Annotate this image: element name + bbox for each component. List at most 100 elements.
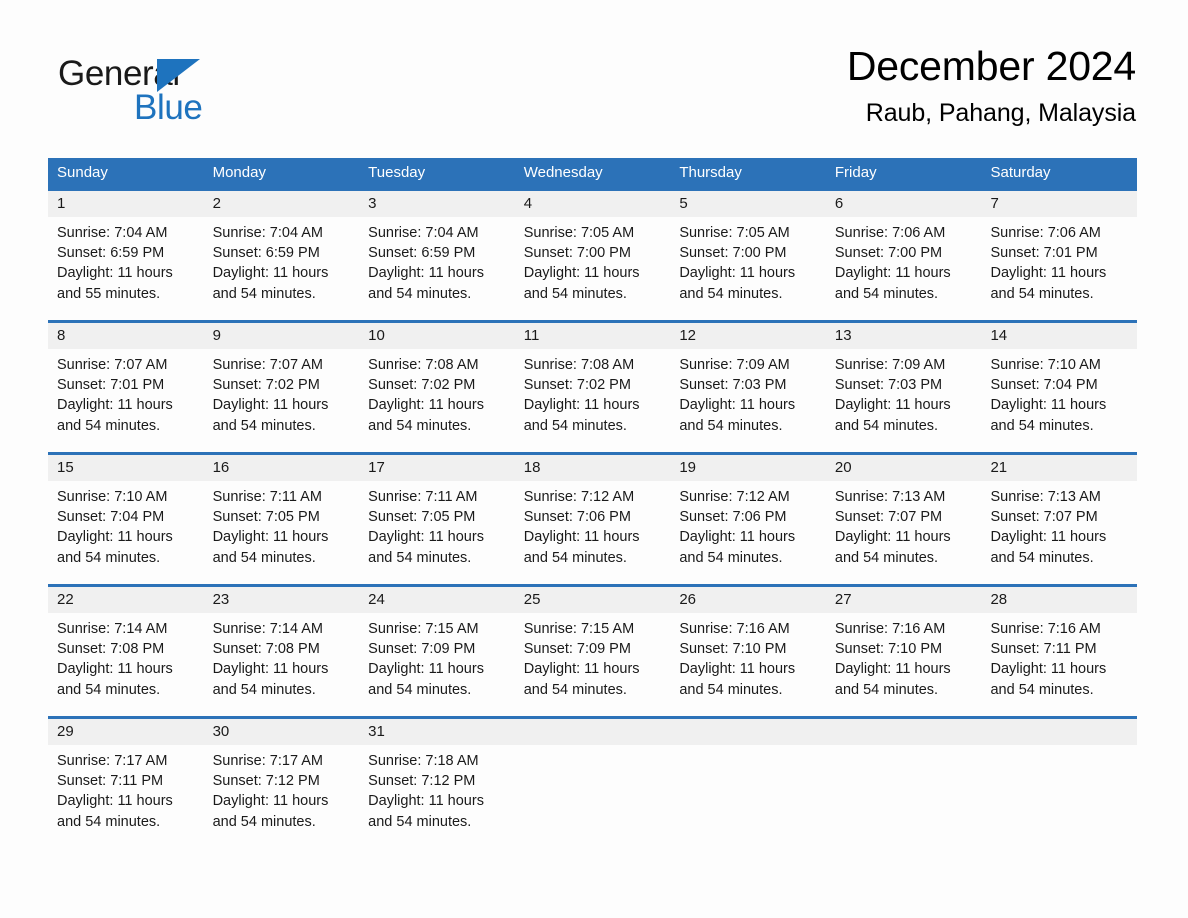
daylight-text-line1: Daylight: 11 hours bbox=[368, 265, 484, 282]
sunrise-text: Sunrise: 7:14 AM bbox=[57, 621, 168, 637]
day-cell[interactable]: 28 Sunrise: 7:16 AM Sunset: 7:11 PM Dayligh… bbox=[981, 587, 1138, 716]
day-cell[interactable]: 15 Sunrise: 7:10 AM Sunset: 7:04 PM Dayligh… bbox=[48, 455, 204, 584]
sunset-text: Sunset: 6:59 PM bbox=[57, 245, 165, 262]
day-details: Sunrise: 7:12 AM Sunset: 7:06 PM Daylight:… bbox=[515, 481, 671, 568]
daylight-text-line2: and 54 minutes. bbox=[57, 549, 161, 566]
day-cell[interactable]: 1 Sunrise: 7:04 AM Sunset: 6:59 PM Daylight… bbox=[48, 191, 204, 320]
day-number: 27 bbox=[834, 591, 852, 608]
daylight-text-line1: Daylight: 11 hours bbox=[679, 265, 796, 282]
day-cell[interactable]: 24 Sunrise: 7:15 AM Sunset: 7:09 PM Dayligh… bbox=[359, 587, 515, 716]
daylight-text-line1: Daylight: 11 hours bbox=[368, 529, 484, 546]
day-number-strip: 11 bbox=[514, 323, 671, 349]
daylight-text-line2: and 54 minutes. bbox=[212, 285, 316, 302]
day-cell[interactable]: 27 Sunrise: 7:16 AM Sunset: 7:10 PM Dayligh… bbox=[825, 587, 982, 716]
sunrise-text: Sunrise: 7:05 AM bbox=[523, 225, 635, 241]
day-number: 31 bbox=[368, 723, 385, 740]
daylight-text-line2: and 54 minutes. bbox=[990, 681, 1094, 698]
day-number: 17 bbox=[368, 459, 385, 476]
daylight-text-line1: Daylight: 11 hours bbox=[523, 661, 640, 678]
day-cell[interactable]: 6 Sunrise: 7:06 AM Sunset: 7:00 PM Daylight… bbox=[825, 191, 982, 320]
day-cell[interactable]: 22 Sunrise: 7:14 AM Sunset: 7:08 PM Dayligh… bbox=[48, 587, 204, 716]
sunset-text: Sunset: 7:06 PM bbox=[679, 509, 787, 526]
day-cell[interactable]: 12 Sunrise: 7:09 AM Sunset: 7:03 PM Dayligh… bbox=[670, 323, 826, 452]
sunrise-text: Sunrise: 7:07 AM bbox=[212, 357, 323, 373]
day-cell[interactable]: 16 Sunrise: 7:11 AM Sunset: 7:05 PM Dayligh… bbox=[203, 455, 360, 584]
daylight-text-line2: and 54 minutes. bbox=[990, 417, 1094, 434]
day-details: Sunrise: 7:05 AM Sunset: 7:00 PM Daylight:… bbox=[515, 217, 671, 304]
day-number-strip: 7 bbox=[981, 191, 1138, 217]
day-cell[interactable]: 20 Sunrise: 7:13 AM Sunset: 7:07 PM Dayligh… bbox=[825, 455, 982, 584]
sunset-text: Sunset: 7:01 PM bbox=[990, 245, 1098, 262]
day-number-strip bbox=[514, 719, 671, 745]
day-details: Sunrise: 7:16 AM Sunset: 7:11 PM Daylight:… bbox=[981, 613, 1137, 700]
day-cell[interactable]: 29 Sunrise: 7:17 AM Sunset: 7:11 PM Dayligh… bbox=[48, 719, 204, 836]
day-cell[interactable]: 26 Sunrise: 7:16 AM Sunset: 7:10 PM Dayligh… bbox=[670, 587, 826, 716]
day-cell[interactable]: 9 Sunrise: 7:07 AM Sunset: 7:02 PM Daylight… bbox=[203, 323, 360, 452]
sunset-text: Sunset: 7:05 PM bbox=[368, 509, 476, 526]
day-details: Sunrise: 7:04 AM Sunset: 6:59 PM Daylight:… bbox=[48, 217, 204, 304]
day-number: 6 bbox=[834, 195, 844, 212]
sunset-text: Sunset: 7:10 PM bbox=[834, 641, 943, 658]
day-cell[interactable]: 25 Sunrise: 7:15 AM Sunset: 7:09 PM Dayligh… bbox=[514, 587, 671, 716]
sunset-text: Sunset: 7:11 PM bbox=[57, 773, 164, 790]
day-details: Sunrise: 7:16 AM Sunset: 7:10 PM Daylight:… bbox=[826, 613, 982, 700]
day-details: Sunrise: 7:06 AM Sunset: 7:01 PM Daylight:… bbox=[981, 217, 1137, 304]
daylight-text-line1: Daylight: 11 hours bbox=[679, 661, 796, 678]
day-cell[interactable]: 4 Sunrise: 7:05 AM Sunset: 7:00 PM Daylight… bbox=[514, 191, 671, 320]
weekday-header-tuesday: Tuesday bbox=[368, 164, 426, 181]
day-cell[interactable]: 30 Sunrise: 7:17 AM Sunset: 7:12 PM Dayligh… bbox=[203, 719, 360, 836]
day-number-strip: 29 bbox=[48, 719, 204, 745]
sunset-text: Sunset: 7:08 PM bbox=[212, 641, 320, 658]
day-cell[interactable]: 3 Sunrise: 7:04 AM Sunset: 6:59 PM Daylight… bbox=[359, 191, 515, 320]
day-cell[interactable]: 13 Sunrise: 7:09 AM Sunset: 7:03 PM Dayligh… bbox=[825, 323, 982, 452]
sunset-text: Sunset: 7:10 PM bbox=[679, 641, 787, 658]
day-number-strip: 23 bbox=[203, 587, 360, 613]
day-details: Sunrise: 7:09 AM Sunset: 7:03 PM Daylight:… bbox=[670, 349, 826, 436]
day-details: Sunrise: 7:08 AM Sunset: 7:02 PM Daylight:… bbox=[359, 349, 515, 436]
daylight-text-line1: Daylight: 11 hours bbox=[523, 265, 640, 282]
day-cell[interactable]: 11 Sunrise: 7:08 AM Sunset: 7:02 PM Dayligh… bbox=[514, 323, 671, 452]
day-number: 29 bbox=[57, 723, 74, 740]
day-cell[interactable]: 21 Sunrise: 7:13 AM Sunset: 7:07 PM Dayligh… bbox=[981, 455, 1138, 584]
day-details: Sunrise: 7:06 AM Sunset: 7:00 PM Daylight:… bbox=[826, 217, 982, 304]
day-number: 19 bbox=[679, 459, 696, 476]
day-cell[interactable]: 23 Sunrise: 7:14 AM Sunset: 7:08 PM Dayligh… bbox=[203, 587, 360, 716]
day-number: 14 bbox=[990, 327, 1008, 344]
day-cell-empty bbox=[670, 719, 826, 836]
sunset-text: Sunset: 7:12 PM bbox=[212, 773, 320, 790]
day-cell[interactable]: 17 Sunrise: 7:11 AM Sunset: 7:05 PM Dayligh… bbox=[359, 455, 515, 584]
daylight-text-line1: Daylight: 11 hours bbox=[57, 661, 173, 678]
day-details: Sunrise: 7:10 AM Sunset: 7:04 PM Daylight:… bbox=[981, 349, 1137, 436]
daylight-text-line2: and 54 minutes. bbox=[368, 549, 472, 566]
daylight-text-line1: Daylight: 11 hours bbox=[990, 397, 1107, 414]
sunrise-text: Sunrise: 7:04 AM bbox=[212, 225, 323, 241]
weekday-header-row: Sunday Monday Tuesday Wednesday Thursday Frid… bbox=[48, 158, 1137, 188]
day-cell[interactable]: 5 Sunrise: 7:05 AM Sunset: 7:00 PM Daylight… bbox=[670, 191, 826, 320]
day-number: 10 bbox=[368, 327, 385, 344]
day-details: Sunrise: 7:07 AM Sunset: 7:02 PM Daylight:… bbox=[204, 349, 360, 436]
calendar-week-row: 1 Sunrise: 7:04 AM Sunset: 6:59 PM Daylight… bbox=[48, 188, 1138, 320]
day-cell[interactable]: 31 Sunrise: 7:18 AM Sunset: 7:12 PM Dayligh… bbox=[359, 719, 515, 836]
daylight-text-line1: Daylight: 11 hours bbox=[212, 793, 329, 810]
sunrise-text: Sunrise: 7:12 AM bbox=[523, 489, 635, 505]
sunset-text: Sunset: 7:00 PM bbox=[679, 245, 787, 262]
day-cell[interactable]: 18 Sunrise: 7:12 AM Sunset: 7:06 PM Dayligh… bbox=[514, 455, 671, 584]
day-cell[interactable]: 19 Sunrise: 7:12 AM Sunset: 7:06 PM Dayligh… bbox=[670, 455, 826, 584]
generalblue-logo[interactable]: General Blue bbox=[58, 53, 318, 133]
day-number: 5 bbox=[679, 195, 688, 212]
day-number-strip: 20 bbox=[825, 455, 982, 481]
day-number-strip: 5 bbox=[670, 191, 826, 217]
day-number-strip: 30 bbox=[203, 719, 360, 745]
day-number: 13 bbox=[834, 327, 852, 344]
daylight-text-line1: Daylight: 11 hours bbox=[679, 397, 796, 414]
day-cell[interactable]: 8 Sunrise: 7:07 AM Sunset: 7:01 PM Daylight… bbox=[48, 323, 204, 452]
day-cell[interactable]: 10 Sunrise: 7:08 AM Sunset: 7:02 PM Dayligh… bbox=[359, 323, 515, 452]
day-cell[interactable]: 7 Sunrise: 7:06 AM Sunset: 7:01 PM Daylight… bbox=[981, 191, 1138, 320]
day-cell[interactable]: 2 Sunrise: 7:04 AM Sunset: 6:59 PM Daylight… bbox=[203, 191, 360, 320]
day-details: Sunrise: 7:17 AM Sunset: 7:12 PM Daylight:… bbox=[204, 745, 360, 832]
day-cell[interactable]: 14 Sunrise: 7:10 AM Sunset: 7:04 PM Dayligh… bbox=[981, 323, 1138, 452]
daylight-text-line2: and 54 minutes. bbox=[212, 813, 316, 830]
sunrise-text: Sunrise: 7:13 AM bbox=[834, 489, 946, 505]
day-number: 30 bbox=[212, 723, 230, 740]
logo-word-blue: Blue bbox=[134, 88, 203, 127]
